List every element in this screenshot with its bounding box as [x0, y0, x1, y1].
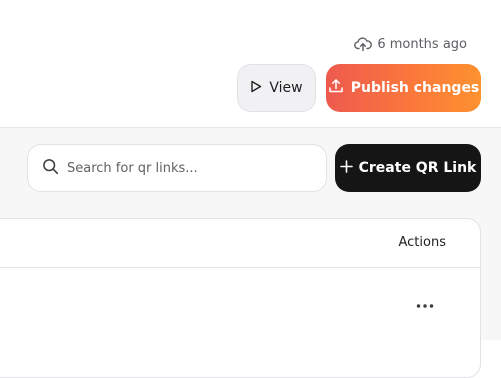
create-button-label: Create QR Link — [358, 160, 477, 176]
qr-links-table: Actions — [0, 218, 481, 378]
more-horizontal-icon[interactable] — [414, 298, 436, 314]
save-status: 6 months ago — [354, 36, 467, 52]
table-header: Actions — [0, 219, 480, 268]
play-outline-icon — [250, 80, 262, 97]
view-button[interactable]: View — [237, 64, 316, 112]
publish-changes-button[interactable]: Publish changes — [326, 64, 481, 112]
search-icon — [42, 158, 59, 179]
main-content: Create QR Link Actions — [0, 128, 501, 378]
top-bar: 6 months ago View Publish changes — [0, 0, 501, 128]
publish-button-label: Publish changes — [350, 80, 480, 96]
cloud-upload-icon — [354, 36, 373, 52]
search-box[interactable] — [27, 144, 327, 192]
upload-tray-icon — [328, 78, 344, 98]
table-row — [0, 268, 480, 348]
create-qr-link-button[interactable]: Create QR Link — [335, 144, 481, 192]
column-header-actions: Actions — [398, 235, 447, 250]
plus-icon — [339, 159, 353, 177]
save-status-text: 6 months ago — [377, 36, 467, 52]
search-input[interactable] — [67, 160, 307, 176]
view-button-label: View — [269, 80, 303, 96]
